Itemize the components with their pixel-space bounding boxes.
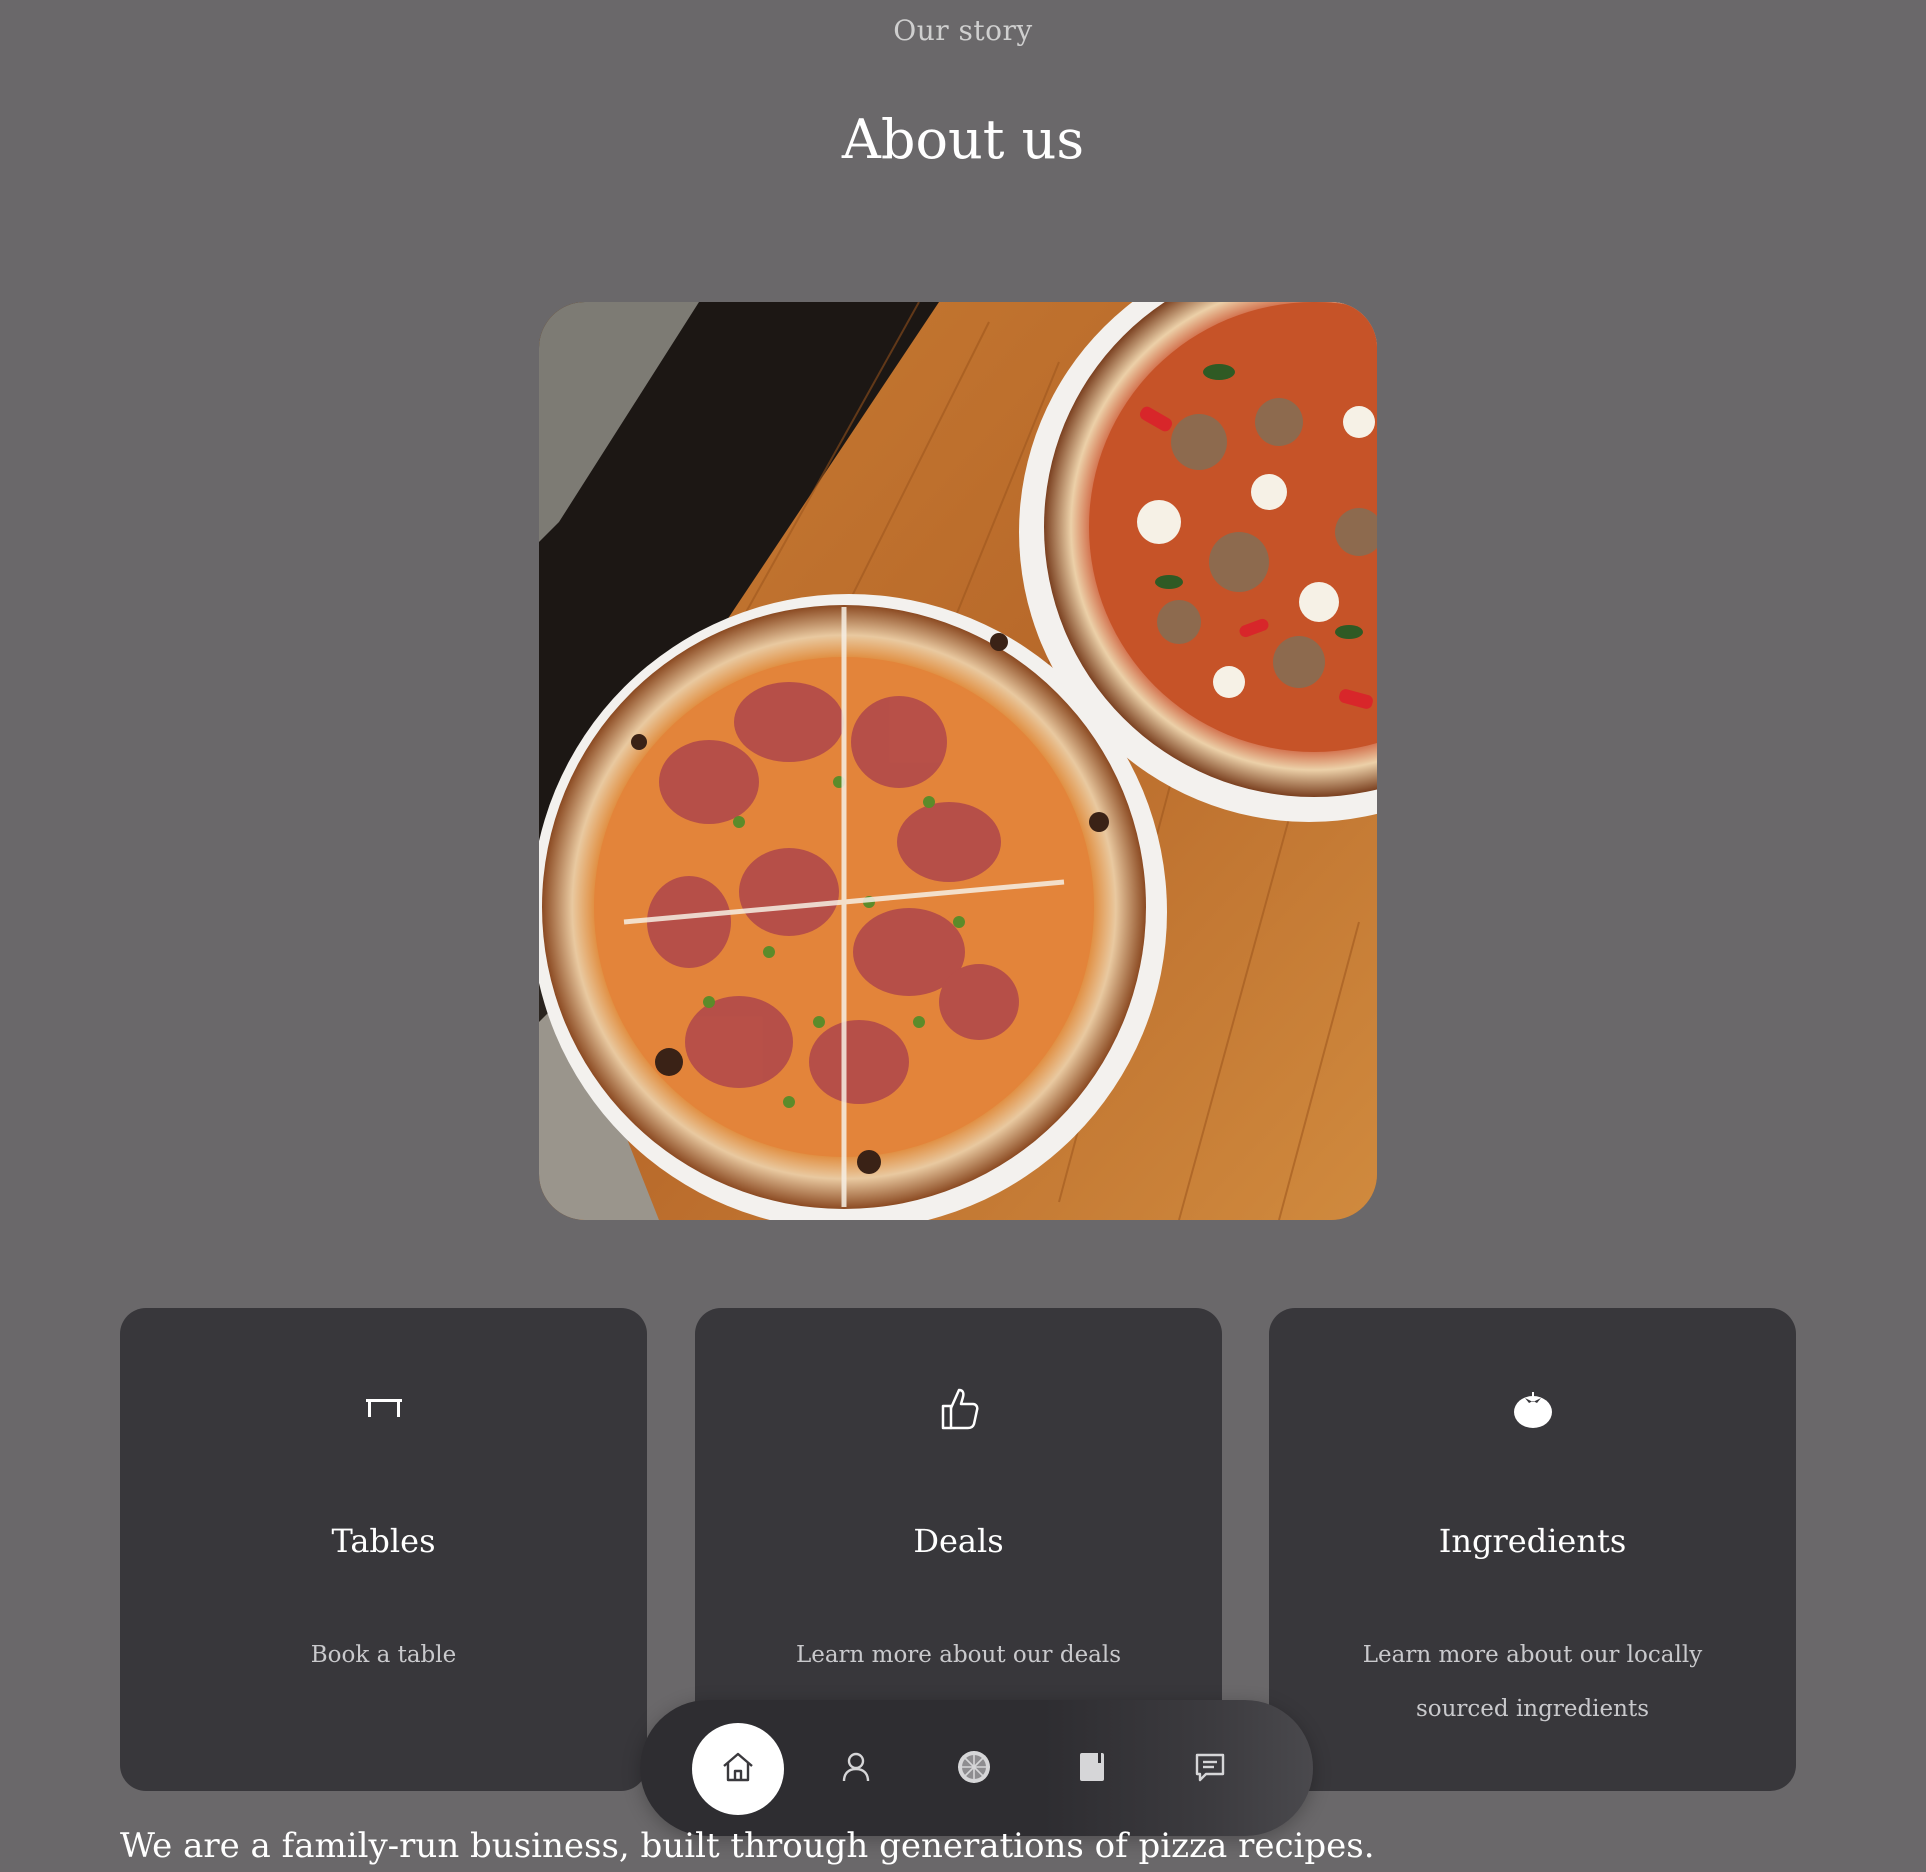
nav-profile-button[interactable] [810, 1723, 902, 1815]
thumbs-up-icon [695, 1378, 1222, 1438]
chat-icon [1194, 1751, 1226, 1787]
card-ingredients[interactable]: Ingredients Learn more about our locally… [1269, 1308, 1796, 1791]
nav-book-button[interactable] [1046, 1723, 1138, 1815]
home-icon [721, 1751, 755, 1787]
page-title: About us [841, 108, 1085, 171]
card-description: Book a table [310, 1642, 457, 1668]
book-icon [1078, 1751, 1106, 1787]
nav-home-button[interactable] [692, 1723, 784, 1815]
card-title: Deals [913, 1522, 1004, 1560]
card-description: Learn more about our locally sourced ing… [1362, 1642, 1703, 1722]
intro-text: We are a family-run business, built thro… [120, 1826, 1375, 1866]
nav-menu-button[interactable] [928, 1723, 1020, 1815]
card-description: Learn more about our deals [795, 1642, 1122, 1668]
table-icon [120, 1378, 647, 1438]
hero-pizza-image [539, 302, 1377, 1220]
card-title: Tables [331, 1522, 436, 1560]
user-icon [841, 1751, 871, 1787]
card-title: Ingredients [1438, 1522, 1627, 1560]
pizza-icon [956, 1749, 992, 1789]
card-tables[interactable]: Tables Book a table [120, 1308, 647, 1791]
section-eyebrow: Our story [893, 14, 1033, 47]
nav-chat-button[interactable] [1164, 1723, 1256, 1815]
tomato-icon [1269, 1378, 1796, 1438]
bottom-nav-bar [640, 1700, 1313, 1836]
